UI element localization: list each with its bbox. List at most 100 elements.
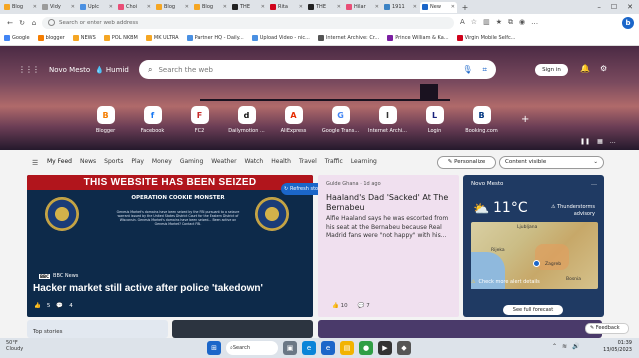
story-card[interactable] <box>318 320 602 338</box>
favorite-item[interactable]: Virgin Mobile Selfc... <box>456 35 515 41</box>
feed-tab[interactable]: Travel <box>299 158 317 165</box>
task-view-icon[interactable]: ▣ <box>283 341 297 355</box>
refresh-icon[interactable]: ↻ <box>16 19 28 27</box>
read-aloud-icon[interactable]: A <box>460 18 465 27</box>
quick-link[interactable]: d Dailymotion ... <box>223 106 270 134</box>
story-title[interactable]: Haaland's Dad 'Sacked' At The Bernabeu <box>326 193 454 213</box>
like-icon[interactable]: 👍 <box>332 303 341 309</box>
quick-link[interactable]: G Google Trans... <box>317 106 364 134</box>
quick-link[interactable]: F FC2 <box>176 106 223 134</box>
close-tab-icon[interactable]: ✕ <box>223 4 227 10</box>
feed-tab[interactable]: Money <box>152 158 172 165</box>
media-player-icon[interactable]: ▶ <box>378 341 392 355</box>
story-card[interactable]: Gulde Ghana · 1d ago Haaland's Dad 'Sack… <box>318 175 459 317</box>
web-search-box[interactable]: ⌕ Search the web 🎙 ⌗ <box>139 60 496 79</box>
alert-link[interactable]: ⚠ Check more alert details <box>471 279 540 285</box>
pause-icon[interactable]: ❚❚ <box>580 138 590 145</box>
notifications-bell-icon[interactable]: 🔔 <box>580 64 590 73</box>
header-location[interactable]: Novo Mesto <box>49 66 90 74</box>
browser-tab[interactable]: THE ✕ <box>230 2 267 13</box>
feedback-button[interactable]: ✎ Feedback <box>585 323 629 334</box>
quick-link[interactable]: B Blogger <box>82 106 129 134</box>
chevron-up-icon[interactable]: ⌃ <box>552 343 557 350</box>
browser-tab[interactable]: Blog ✕ <box>192 2 229 13</box>
close-tab-icon[interactable]: ✕ <box>147 4 151 10</box>
main-story-card[interactable]: THIS WEBSITE HAS BEEN SEIZED OPERATION C… <box>27 175 313 317</box>
browser-tab[interactable]: Rita ✕ <box>268 2 305 13</box>
taskbar-weather[interactable]: 50°F Cloudy <box>6 340 23 352</box>
back-icon[interactable]: ← <box>4 19 16 27</box>
favorite-item[interactable]: blogger <box>37 35 65 41</box>
close-tab-icon[interactable]: ✕ <box>71 4 75 10</box>
layout-icon[interactable]: ▦ <box>597 138 603 145</box>
favorite-item[interactable]: Google <box>4 35 30 41</box>
weather-card[interactable]: Novo Mesto … ⛅ 11°C ⚠ Thunderstorms advi… <box>463 175 604 317</box>
menu-icon[interactable]: ☰ <box>32 159 38 167</box>
quick-link[interactable]: B Booking.com <box>458 106 505 134</box>
close-tab-icon[interactable]: ✕ <box>185 4 189 10</box>
personalize-button[interactable]: ✎ Personalize <box>437 156 496 169</box>
browser-tab[interactable]: Blog ✕ <box>2 2 39 13</box>
feed-tab[interactable]: My Feed <box>47 158 72 165</box>
close-tab-icon[interactable]: ✕ <box>451 4 455 10</box>
more-icon[interactable]: … <box>591 180 597 187</box>
favorite-item[interactable]: Internet Archive: Cr... <box>317 35 379 41</box>
feed-tab[interactable]: Learning <box>351 158 377 165</box>
edge-icon[interactable]: e <box>302 341 316 355</box>
maximize-icon[interactable]: ☐ <box>611 3 617 11</box>
browser-tab[interactable]: New ✕ <box>420 1 457 13</box>
close-tab-icon[interactable]: ✕ <box>337 4 341 10</box>
full-forecast-button[interactable]: See full forecast <box>503 305 563 315</box>
browser-tab[interactable]: Uplc ✕ <box>78 2 115 13</box>
favorite-item[interactable]: MK ULTRA <box>145 35 179 41</box>
comment-icon[interactable]: 💬 <box>56 303 63 309</box>
start-icon[interactable]: ⊞ <box>207 341 221 355</box>
feed-tab[interactable]: Sports <box>104 158 123 165</box>
visual-search-icon[interactable]: ⌗ <box>482 65 487 75</box>
browser-tab[interactable]: 1911 ✕ <box>382 2 419 13</box>
close-tab-icon[interactable]: ✕ <box>299 4 303 10</box>
address-input[interactable]: Search or enter web address <box>42 16 454 29</box>
settings-gear-icon[interactable]: ⚙ <box>600 64 607 73</box>
new-tab-button[interactable]: + <box>460 3 470 12</box>
taskbar-search[interactable]: ⌕ Search <box>226 341 278 355</box>
content-visibility-select[interactable]: Content visible ⌄ <box>499 156 604 169</box>
quick-link[interactable]: L Login <box>411 106 458 134</box>
favorite-item[interactable]: Upload Video - nic... <box>251 35 310 41</box>
feed-tab[interactable]: Health <box>271 158 291 165</box>
story-card[interactable] <box>172 320 313 338</box>
favorite-item[interactable]: Partner HQ - Daily... <box>186 35 244 41</box>
feed-tab[interactable]: Play <box>131 158 144 165</box>
chrome-icon[interactable]: ● <box>359 341 373 355</box>
browser-tab[interactable]: THE ✕ <box>306 2 343 13</box>
browser-tab[interactable]: Hilar ✕ <box>344 2 381 13</box>
header-weather[interactable]: Humid <box>106 66 129 74</box>
comment-icon[interactable]: 💬 <box>358 303 367 309</box>
feed-tab[interactable]: Weather <box>211 158 236 165</box>
close-tab-icon[interactable]: ✕ <box>109 4 113 10</box>
quick-link[interactable]: f Facebook <box>129 106 176 134</box>
browser-tab[interactable]: Vidy ✕ <box>40 2 77 13</box>
app-icon[interactable]: ◆ <box>397 341 411 355</box>
favorites-icon[interactable]: ★ <box>496 18 502 27</box>
top-stories-card[interactable]: Top stories <box>27 320 168 338</box>
feed-tab[interactable]: Watch <box>245 158 264 165</box>
favorite-item[interactable]: Prince William & Ka... <box>387 35 449 41</box>
add-quick-link-icon[interactable]: + <box>521 114 529 125</box>
sign-in-button[interactable]: Sign in <box>535 64 568 76</box>
wifi-icon[interactable]: ≋ <box>562 343 567 350</box>
microphone-icon[interactable]: 🎙 <box>462 65 472 74</box>
more-icon[interactable]: … <box>531 18 538 27</box>
background-menu-icon[interactable]: … <box>610 138 616 145</box>
quick-link[interactable]: I Internet Archi... <box>364 106 411 134</box>
apps-grid-icon[interactable]: ⋮⋮⋮ <box>18 65 40 74</box>
home-icon[interactable]: ⌂ <box>28 19 40 27</box>
profile-icon[interactable]: ◉ <box>519 18 525 27</box>
bing-copilot-button[interactable]: b <box>622 17 634 29</box>
feed-tab[interactable]: News <box>80 158 96 165</box>
split-screen-icon[interactable]: ▥ <box>483 18 490 27</box>
favorite-item[interactable]: POL NKBM <box>103 35 138 41</box>
browser-tab[interactable]: Choi ✕ <box>116 2 153 13</box>
story-headline[interactable]: Hacker market still active after police … <box>33 283 313 295</box>
like-icon[interactable]: 👍 <box>34 303 41 309</box>
